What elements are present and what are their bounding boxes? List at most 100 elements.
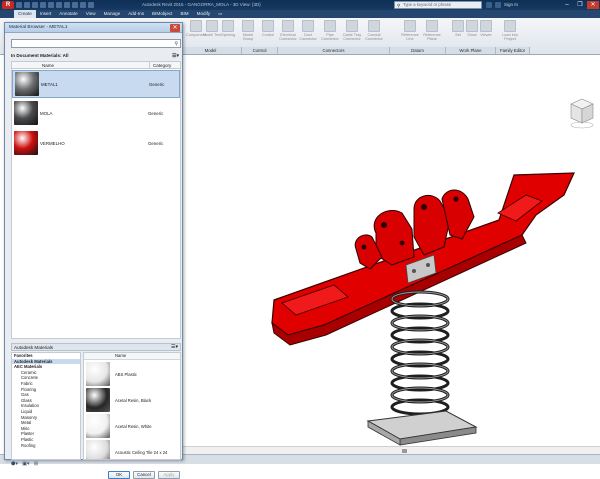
ribbon-button-label: Set <box>455 33 461 37</box>
ribbon-button-14[interactable]: Viewer <box>476 20 496 44</box>
ribbon-button-11[interactable]: Reference Plane <box>422 20 442 44</box>
ribbon-panel-5: Family Editor <box>496 47 530 54</box>
redo-icon[interactable] <box>40 2 46 8</box>
ribbon-button-icon <box>206 20 218 32</box>
ribbon-button-2[interactable]: Opening <box>218 20 238 44</box>
communication-icon[interactable] <box>495 2 501 8</box>
undo-icon[interactable] <box>32 2 38 8</box>
tab-3[interactable]: View <box>82 10 100 18</box>
ribbon-button-label: Duct Connector <box>299 33 317 42</box>
library-material-row[interactable]: ABS Plastic <box>84 361 180 387</box>
ribbon-button-label: Model Group <box>242 33 254 42</box>
ribbon-button-4[interactable]: Control <box>258 20 278 44</box>
material-search-input[interactable]: ⚲ <box>11 39 181 48</box>
open-icon[interactable] <box>16 2 22 8</box>
ribbon-button-8[interactable]: Cable Tray Connector <box>342 20 362 44</box>
subscription-icon[interactable] <box>486 2 492 8</box>
text-icon[interactable] <box>72 2 78 8</box>
drawing-area[interactable] <box>180 55 600 446</box>
close-hidden-icon[interactable] <box>88 2 94 8</box>
material-row[interactable]: METAL1 Generic <box>12 70 180 98</box>
material-name: VERMELHO <box>40 141 65 146</box>
library-tree: Favorites Autodesk Materials AEC Materials… <box>11 352 81 460</box>
tab-7[interactable]: BIM <box>176 10 192 18</box>
ribbon-button-5[interactable]: Electrical Connector <box>278 20 298 44</box>
ribbon-button-7[interactable]: Pipe Connector <box>320 20 340 44</box>
sign-in-link[interactable]: Sign In <box>504 2 518 7</box>
horizontal-scrollbar[interactable] <box>180 446 600 454</box>
tab-5[interactable]: Add-Ins <box>124 10 148 18</box>
manage-library-icon[interactable]: ⬢▾ <box>11 461 18 467</box>
library-options-icon[interactable]: ☰▾ <box>171 344 178 351</box>
column-name[interactable]: Name <box>42 63 54 68</box>
ribbon-button-label: Pipe Connector <box>321 33 339 42</box>
application-menu-button[interactable]: R <box>2 1 14 9</box>
dialog-titlebar[interactable]: Material Browser - METAL1 ✕ <box>5 23 182 33</box>
ribbon-button-6[interactable]: Duct Connector <box>298 20 318 44</box>
ribbon-button-icon <box>368 20 380 32</box>
dialog-buttons: OK Cancel Apply <box>108 471 180 479</box>
dimension-icon[interactable] <box>64 2 70 8</box>
ribbon-button-15[interactable]: Load into Project <box>500 20 520 44</box>
tab-1[interactable]: Insert <box>36 10 56 18</box>
library-material-swatch <box>86 388 110 412</box>
window-title: Autodesk Revit 2015 - GANGORRA_MOLA - 3D… <box>142 2 261 7</box>
library-material-row[interactable]: Acetal Resin, Black <box>84 387 180 413</box>
ribbon-button-label: Viewer <box>480 33 492 37</box>
title-bar: R Autodesk Revit 2015 - GANGORRA_MOLA - … <box>0 0 600 10</box>
view-options-icon[interactable]: ☰▾ <box>172 53 179 59</box>
column-category[interactable]: Category <box>153 63 171 68</box>
ribbon-button-10[interactable]: Reference Line <box>400 20 420 44</box>
ribbon-button-icon <box>262 20 274 32</box>
infocenter-icons <box>486 2 501 8</box>
ribbon-button-icon <box>426 20 438 32</box>
cancel-button[interactable]: Cancel <box>133 471 155 479</box>
library-material-name: Acoustic Ceiling Tile 24 x 24 <box>115 450 168 455</box>
apply-button[interactable]: Apply <box>158 471 180 479</box>
tab-8[interactable]: Modify <box>193 10 215 18</box>
material-row[interactable]: MOLA Generic <box>12 100 180 128</box>
ribbon-button-label: Reference Line <box>401 33 419 42</box>
create-material-icon[interactable]: ▣▾ <box>22 461 29 467</box>
ribbon-button-label: Cable Tray Connector <box>342 33 362 42</box>
asset-browser-icon[interactable]: ⊞ <box>34 461 38 467</box>
library-material-row[interactable]: Acetal Resin, White <box>84 413 180 439</box>
minimize-button[interactable]: – <box>561 1 573 9</box>
library-heading[interactable]: Autodesk Materials ☰▾ <box>11 343 181 351</box>
tab-6[interactable]: BIMobject <box>148 10 176 18</box>
tab-0[interactable]: Create <box>14 10 36 18</box>
document-materials-list: METAL1 Generic MOLA Generic VERMELHO Generic <box>11 69 181 339</box>
section-heading-text: In Document Materials: All <box>11 53 69 58</box>
ribbon-button-9[interactable]: Conduit Connector <box>364 20 384 44</box>
close-button[interactable]: ✕ <box>587 1 599 9</box>
material-category: Generic <box>149 82 165 87</box>
3d-view-icon[interactable] <box>80 2 86 8</box>
tab-9[interactable]: ▭ <box>214 10 226 18</box>
search-icon: ⚲ <box>397 3 401 8</box>
tab-2[interactable]: Annotate <box>55 10 81 18</box>
search-input[interactable]: ⚲ Type a keyword or phrase <box>394 1 482 9</box>
dialog-close-button[interactable]: ✕ <box>170 24 180 32</box>
tab-4[interactable]: Manage <box>100 10 125 18</box>
measure-icon[interactable] <box>56 2 62 8</box>
maximize-button[interactable]: ❐ <box>574 1 586 9</box>
save-icon[interactable] <box>24 2 30 8</box>
ribbon-tabs: Create Insert Annotate View Manage Add-Ins BIM… <box>0 10 600 18</box>
column-divider[interactable] <box>149 62 150 69</box>
search-icon: ⚲ <box>174 41 178 47</box>
quick-access-toolbar <box>16 2 106 8</box>
scrollbar-thumb[interactable] <box>402 449 407 453</box>
library-column-name[interactable]: Name <box>84 353 180 360</box>
material-row[interactable]: VERMELHO Generic <box>12 130 180 158</box>
library-tree-item[interactable]: Roofing <box>12 443 80 449</box>
library-materials-list: Name ABS Plastic Acetal Resin, Black Aceta… <box>83 352 181 460</box>
see-saw-spring-model[interactable] <box>264 165 576 455</box>
ok-button[interactable]: OK <box>108 471 130 479</box>
library-material-row[interactable]: Acoustic Ceiling Tile 24 x 24 <box>84 439 180 459</box>
print-icon[interactable] <box>48 2 54 8</box>
ribbon-button-3[interactable]: Model Group <box>238 20 258 44</box>
viewcube-icon[interactable] <box>569 97 595 131</box>
library-material-name: Acetal Resin, White <box>115 424 152 429</box>
ribbon-panel-1: Control <box>242 47 278 54</box>
material-category: Generic <box>148 141 164 146</box>
